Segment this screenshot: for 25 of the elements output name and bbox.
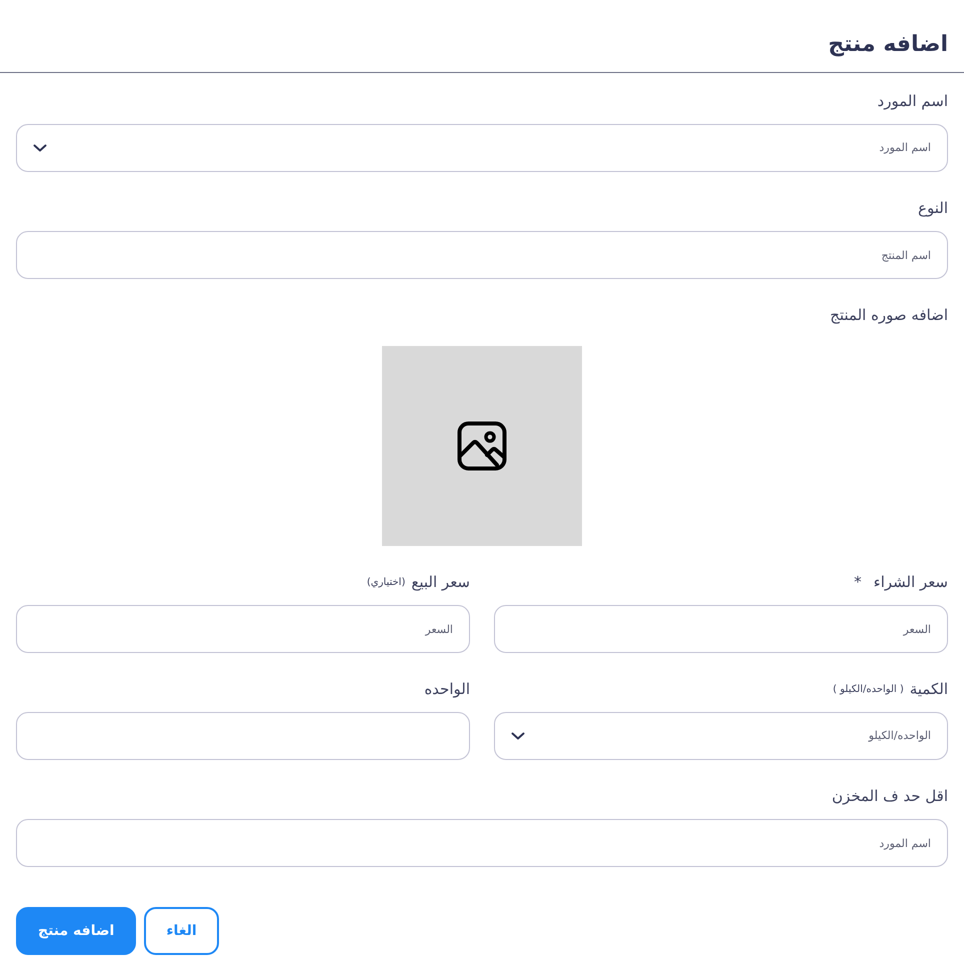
hint-text: (اختياري) — [366, 576, 406, 590]
field-label: النوع — [918, 198, 948, 219]
input-field[interactable] — [16, 712, 470, 760]
field-label: الكمية — [910, 679, 948, 700]
field-label: اقل حد ف المخزن — [832, 786, 948, 807]
input-field[interactable]: السعر — [494, 605, 948, 653]
field-label: سعر البيع — [411, 572, 470, 593]
chevron-down-icon — [511, 732, 525, 740]
cancel-button[interactable]: الغاء — [144, 907, 219, 955]
hint-text: ( الواحده/الكيلو ) — [832, 682, 904, 696]
field-label: اضافه صوره المنتج — [830, 305, 948, 326]
submit-button[interactable]: اضافه منتج — [16, 907, 136, 955]
field-label: سعر الشراء — [874, 572, 948, 593]
required-asterisk: * — [854, 572, 862, 593]
chevron-down-icon — [33, 144, 47, 152]
field-label: اسم المورد — [877, 91, 948, 112]
input-field[interactable]: اسم المنتج — [16, 231, 948, 279]
image-upload-area[interactable] — [382, 346, 582, 546]
input-field[interactable]: اسم المورد — [16, 819, 948, 867]
select-field[interactable]: الواحده/الكيلو — [494, 712, 948, 760]
field-label: الواحده — [424, 679, 470, 700]
page-title: اضافه منتج — [828, 30, 948, 58]
select-field[interactable]: اسم المورد — [16, 124, 948, 172]
image-icon — [457, 421, 507, 471]
input-field[interactable]: السعر — [16, 605, 470, 653]
